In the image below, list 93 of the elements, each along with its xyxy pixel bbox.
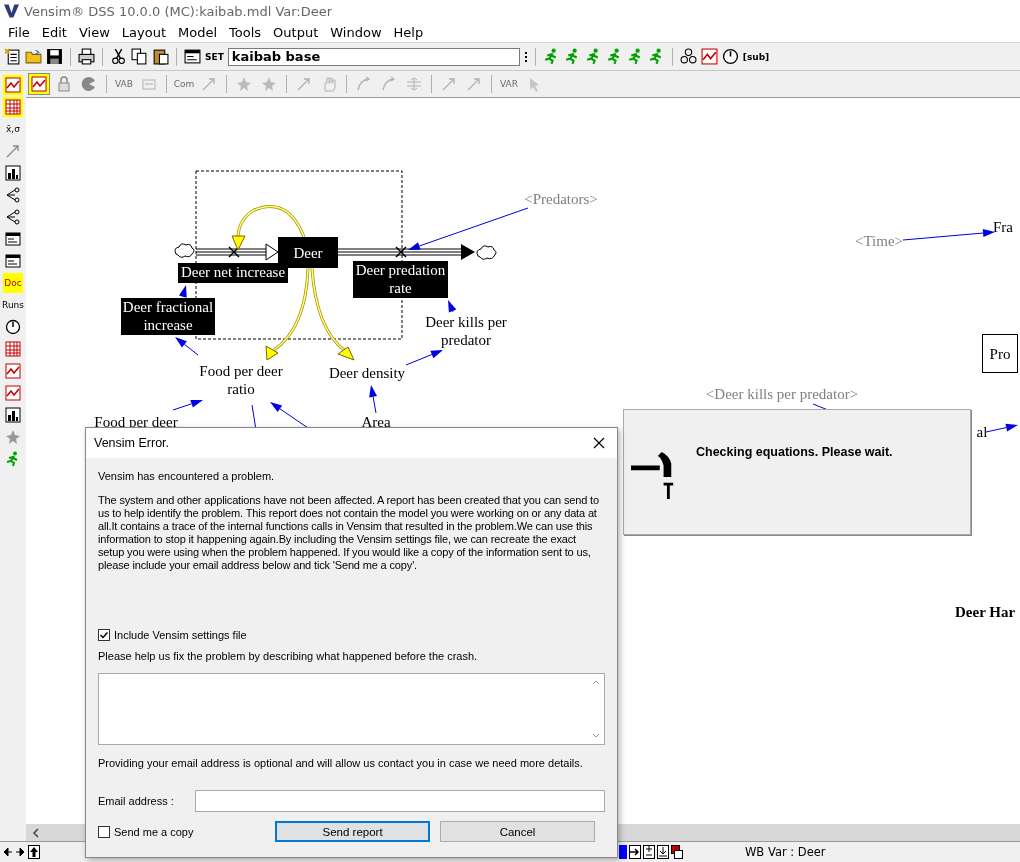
menu-item[interactable]: Tools <box>223 24 268 40</box>
scroll-up-icon[interactable] <box>592 679 600 685</box>
arrow-icon[interactable] <box>629 845 641 859</box>
causal-arrow <box>448 300 457 313</box>
line-chart-icon[interactable] <box>28 73 50 95</box>
checkbox-label[interactable]: Send me a copy <box>114 825 194 838</box>
causal-arrow <box>179 285 187 298</box>
windows-icon[interactable] <box>671 845 683 859</box>
variable-label[interactable]: Deer kills per predator <box>416 313 516 353</box>
description-field[interactable] <box>98 673 605 745</box>
valve-icon <box>228 246 240 258</box>
window-icon[interactable] <box>3 251 23 271</box>
paste-icon[interactable] <box>152 48 169 65</box>
save-icon[interactable] <box>46 48 63 65</box>
line-chart-icon[interactable] <box>3 75 23 95</box>
status-text: WB Var : Deer <box>745 845 826 859</box>
link-line <box>812 403 829 411</box>
dialog-text: Providing your email address is optional and will allow us contact you in case we need more details. <box>98 757 584 769</box>
status-indicator <box>619 845 627 859</box>
line-chart-icon[interactable] <box>700 48 718 65</box>
table-icon[interactable] <box>3 97 23 117</box>
cloud-icon <box>174 243 195 258</box>
toolbar-button[interactable]: x̄,σ <box>3 119 23 139</box>
menu-item[interactable]: Help <box>387 24 430 40</box>
scroll-down-icon[interactable] <box>592 733 600 739</box>
progress-message: Checking equations. Please wait. <box>696 445 893 459</box>
up-arrow-icon[interactable] <box>28 845 40 859</box>
checkbox[interactable] <box>98 825 110 838</box>
checkbox[interactable] <box>98 629 110 641</box>
toolbar-button[interactable]: Runs <box>3 295 23 315</box>
copy-icon[interactable] <box>131 48 148 65</box>
menu-item[interactable]: View <box>72 24 116 40</box>
causal-arrow <box>172 400 203 411</box>
menu-item[interactable]: Layout <box>115 24 172 40</box>
causal-arrow <box>405 350 443 366</box>
table-icon[interactable] <box>3 339 23 359</box>
variable-icon[interactable] <box>657 845 669 859</box>
field-label: Email address : <box>98 795 175 807</box>
cut-icon[interactable] <box>110 48 127 65</box>
toolbar-button[interactable]: Doc <box>3 273 23 293</box>
app-logo-icon <box>4 4 19 18</box>
dialog-title: Vensim Error. <box>94 436 170 450</box>
folder-icon[interactable] <box>25 48 42 65</box>
dialog-button[interactable]: Cancel <box>440 821 595 842</box>
checkbox-label[interactable]: Include Vensim settings file <box>114 629 247 641</box>
toolbar-button[interactable]: [sub] <box>742 51 770 62</box>
printer-icon[interactable] <box>78 48 95 65</box>
plus-minus-icon[interactable] <box>643 845 655 859</box>
causal-arrow <box>270 402 309 429</box>
menu-item[interactable]: Edit <box>35 24 73 40</box>
window-icon[interactable] <box>3 229 23 249</box>
window-icon[interactable] <box>184 48 201 65</box>
close-icon[interactable] <box>593 437 605 449</box>
section-heading[interactable]: Deer Har <box>955 603 1020 621</box>
menu-item[interactable]: File <box>2 24 36 40</box>
scroll-left-icon[interactable] <box>32 827 40 838</box>
rate-label[interactable]: Deer net increase <box>178 263 288 283</box>
new-document-icon[interactable] <box>4 48 21 65</box>
shadow-variable-label[interactable]: <Predators> <box>519 190 603 208</box>
causal-arrow <box>369 385 378 414</box>
run-name-field[interactable]: kaibab base <box>227 47 520 66</box>
menu-item[interactable]: Model <box>172 24 224 40</box>
shadow-variable-label[interactable]: <Deer kills per predator> <box>700 385 864 403</box>
variable-label[interactable]: Deer density <box>322 364 412 384</box>
bar-chart-icon[interactable] <box>3 163 23 183</box>
menu-item[interactable]: Window <box>324 24 388 40</box>
dialog-button[interactable]: Send report <box>275 821 431 842</box>
causal-arrow <box>175 337 199 356</box>
variable-label[interactable]: al <box>967 423 997 441</box>
left-right-arrows-icon[interactable] <box>2 847 26 857</box>
variable-label[interactable]: Deer fractional increase <box>121 298 215 335</box>
line-chart-icon[interactable] <box>3 361 23 381</box>
causal-arrow <box>985 423 1018 433</box>
window-title: Vensim® DSS 10.0.0 (MC):kaibab.mdl Var:Deer <box>24 3 333 19</box>
toolbar-button[interactable]: SET <box>205 51 224 62</box>
dialog-text: Vensim has encountered a problem. <box>98 470 276 482</box>
gauge-icon[interactable] <box>3 317 23 337</box>
line-chart-icon[interactable] <box>3 383 23 403</box>
gauge-icon[interactable] <box>721 48 739 65</box>
email-field[interactable] <box>195 790 605 812</box>
bar-chart-icon[interactable] <box>3 405 23 425</box>
stock-box[interactable]: Deer <box>278 237 338 268</box>
stock-box[interactable]: Pro <box>982 334 1018 373</box>
variable-label[interactable]: Food per deer ratio <box>184 362 298 402</box>
valve-icon <box>395 246 407 258</box>
variable-label[interactable]: Fra <box>990 218 1016 236</box>
dialog-text: The system and other applications have not been affected. A report has been created that you can send to us to help identify the problem. This report does not contain the model you were working on or any data at all.It contains a trace of the internal functions calls in Vensim that resulted in the problem.We can use this information to stop it happening again.By including the Vensim settings file, we can recreate the exact setup you were using when the problem happened. If you would like a copy of the information sent to us, please include your email address below and tick 'Send me a copy'. <box>98 494 600 572</box>
dialog-text: Please help us fix the problem by describing what happened before the crash. <box>98 650 479 662</box>
rate-label[interactable]: Deer predation rate <box>353 261 448 298</box>
shadow-variable-label[interactable]: <Time> <box>851 232 907 250</box>
network-icon[interactable] <box>679 48 697 65</box>
cloud-icon <box>476 245 497 260</box>
menu-item[interactable]: Output <box>267 24 325 40</box>
